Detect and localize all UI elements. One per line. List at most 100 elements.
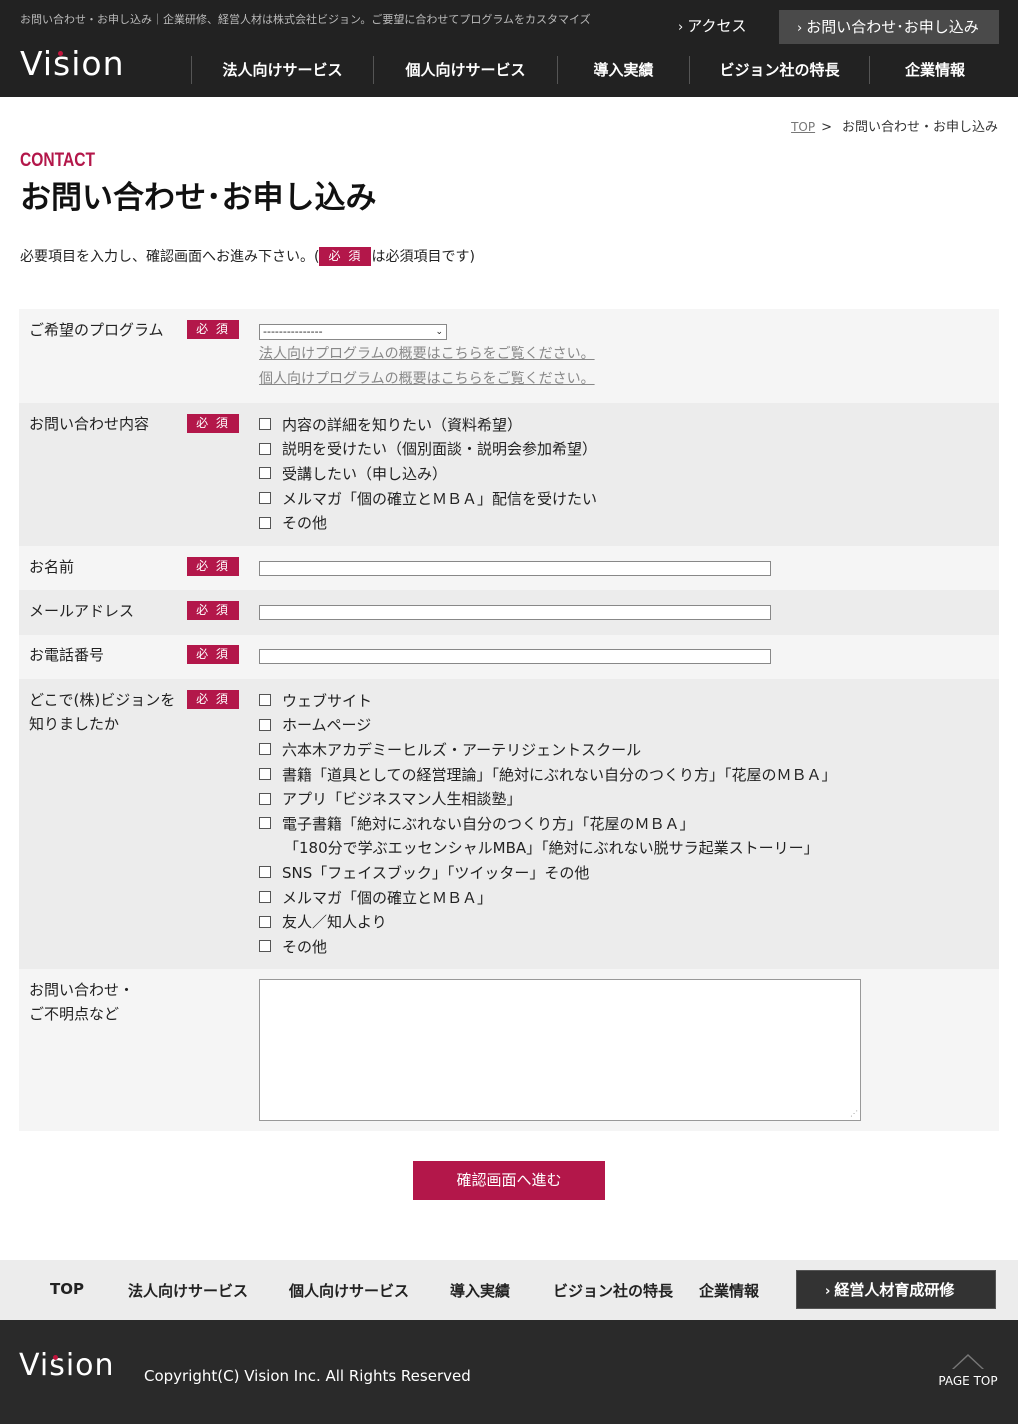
label-inquiry: お問い合わせ内容 [29,415,150,433]
inquiry-option[interactable]: メルマガ「個の確立とＭＢＡ」配信を受けたい [259,486,597,511]
inquiry-option[interactable]: 内容の詳細を知りたい（資料希望） [259,412,597,437]
copyright: Copyright(C) Vision Inc. All Rights Rese… [144,1367,471,1385]
checkbox[interactable] [259,718,271,731]
footer-nav-features[interactable]: ビジョン社の特長 [553,1280,673,1301]
checkbox[interactable] [259,694,271,707]
source-option[interactable]: SNS「フェイスブック」「ツイッター」その他 [259,860,837,885]
breadcrumb-current: お問い合わせ・お申し込み [841,120,998,135]
site-footer: Vision Copyright(C) Vision Inc. All Righ… [0,1320,1018,1424]
row-message: お問い合わせ・ ご不明点など ⋰ [19,969,999,1131]
option-label: SNS「フェイスブック」「ツイッター」その他 [282,863,590,882]
source-option[interactable]: 電子書籍「絶対にぶれない自分のつくり方」「花屋のＭＢＡ」 [259,811,837,836]
checkbox[interactable] [259,492,271,505]
program-select[interactable]: --------------- ⌄ [259,324,447,340]
footer-logo[interactable]: Vision [19,1348,115,1383]
executive-training-label: 経営人材育成研修 [834,1281,955,1299]
contact-form: ご希望のプログラム 必 須 --------------- ⌄ 法人向けプログラ… [19,309,999,1131]
checkbox[interactable] [259,418,271,431]
label-phone: お電話番号 [29,646,105,664]
option-label: 受講したい（申し込み） [282,464,448,483]
confirm-button[interactable]: 確認画面へ進む [413,1161,605,1200]
row-email: メールアドレス 必 須 [19,590,999,635]
intro-text: 必要項目を入力し、確認画面へお進み下さい。(必 須は必須項目です) [20,246,475,267]
source-option[interactable]: メルマガ「個の確立とＭＢＡ」 [259,885,837,910]
inquiry-option[interactable]: 説明を受けたい（個別面談・説明会参加希望） [259,437,597,462]
checkbox[interactable] [259,516,271,529]
nav-individual-services[interactable]: 個人向けサービス [373,56,557,84]
header-contact-button[interactable]: › お問い合わせ･お申し込み [779,10,999,44]
message-textarea[interactable]: ⋰ [259,979,861,1121]
checkbox[interactable] [259,743,271,756]
corporate-program-link[interactable]: 法人向けプログラムの概要はこちらをご覧ください。 [259,342,595,367]
access-link[interactable]: › アクセス [660,10,770,42]
label-name: お名前 [29,558,75,576]
checkbox[interactable] [259,891,271,904]
required-badge: 必 須 [319,246,372,266]
option-label: ホームページ [282,716,372,735]
nav-corporate-services[interactable]: 法人向けサービス [191,56,373,84]
nav-company-info[interactable]: 企業情報 [869,56,1000,84]
inquiry-options: 内容の詳細を知りたい（資料希望） 説明を受けたい（個別面談・説明会参加希望） 受… [259,412,597,535]
executive-training-button[interactable]: › 経営人材育成研修 [796,1270,996,1309]
email-input[interactable] [259,605,771,620]
page-subtitle-en: CONTACT [20,150,96,171]
option-label: 友人／知人より [282,913,387,932]
checkbox[interactable] [259,792,271,805]
source-option[interactable]: 書籍「道具としての経営理論」「絶対にぶれない自分のつくり方」「花屋のＭＢＡ」 [259,762,837,787]
chevron-right-icon: › [797,21,803,36]
option-label: メルマガ「個の確立とＭＢＡ」配信を受けたい [282,489,598,508]
checkbox[interactable] [259,940,271,953]
resize-grip-icon[interactable]: ⋰ [850,1109,858,1118]
label-source-line1: どこで(株)ビジョンを [29,691,176,709]
option-label: 電子書籍「絶対にぶれない自分のつくり方」「花屋のＭＢＡ」 [282,814,695,833]
access-label: アクセス [687,17,747,35]
required-badge: 必 須 [187,414,239,433]
intro-after: は必須項目です) [371,249,475,265]
site-header: お問い合わせ・お申し込み｜企業研修、経営人材は株式会社ビジョン。ご要望に合わせて… [0,0,1018,97]
source-option[interactable]: ホームページ [259,713,837,738]
intro-before: 必要項目を入力し、確認画面へお進み下さい。( [20,249,320,265]
site-logo[interactable]: Vision [20,44,124,84]
source-option[interactable]: アプリ「ビジネスマン人生相談塾」 [259,786,837,811]
inquiry-option[interactable]: 受講したい（申し込み） [259,461,597,486]
row-phone: お電話番号 必 須 [19,635,999,679]
row-source: どこで(株)ビジョンを 知りましたか 必 須 ウェブサイト ホームページ 六本木… [19,679,999,969]
source-option[interactable]: その他 [259,934,837,959]
chevron-right-icon: › [825,1284,831,1299]
footer-nav-individual-services[interactable]: 個人向けサービス [289,1280,409,1301]
chevron-right-icon: › [678,20,684,35]
checkbox[interactable] [259,442,271,455]
nav-case-studies[interactable]: 導入実績 [557,56,689,84]
inquiry-option[interactable]: その他 [259,510,597,535]
logo-dot [53,1355,58,1360]
source-option[interactable]: ウェブサイト [259,688,837,713]
source-option[interactable]: 友人／知人より [259,909,837,934]
footer-nav-corporate-services[interactable]: 法人向けサービス [128,1280,248,1301]
checkbox[interactable] [259,915,271,928]
source-option[interactable]: 六本木アカデミーヒルズ・アーテリジェントスクール [259,737,837,762]
footer-nav-company-info[interactable]: 企業情報 [699,1280,759,1301]
checkbox[interactable] [259,866,271,879]
logo-text: Vision [20,44,125,83]
row-inquiry: お問い合わせ内容 必 須 内容の詳細を知りたい（資料希望） 説明を受けたい（個別… [19,403,999,546]
individual-program-link[interactable]: 個人向けプログラムの概要はこちらをご覧ください。 [259,367,595,392]
checkbox[interactable] [259,467,271,480]
option-label: その他 [282,514,328,533]
page-top-button[interactable]: PAGE TOP [930,1354,1006,1388]
header-tagline: お問い合わせ・お申し込み｜企業研修、経営人材は株式会社ビジョン。ご要望に合わせて… [20,13,591,26]
nav-features[interactable]: ビジョン社の特長 [689,56,869,84]
required-badge: 必 須 [187,320,239,339]
phone-input[interactable] [259,649,771,664]
label-email: メールアドレス [29,602,135,620]
required-badge: 必 須 [187,557,239,576]
label-source: どこで(株)ビジョンを 知りましたか [29,688,175,736]
breadcrumb-top-link[interactable]: TOP [791,120,815,134]
name-input[interactable] [259,561,771,576]
logo-dot [58,51,63,56]
checkbox[interactable] [259,768,271,781]
footer-nav-top[interactable]: TOP [50,1280,84,1298]
page-title: お問い合わせ･お申し込み [20,180,377,216]
footer-nav-case-studies[interactable]: 導入実績 [450,1280,510,1301]
checkbox[interactable] [259,817,271,830]
row-name: お名前 必 須 [19,546,999,590]
